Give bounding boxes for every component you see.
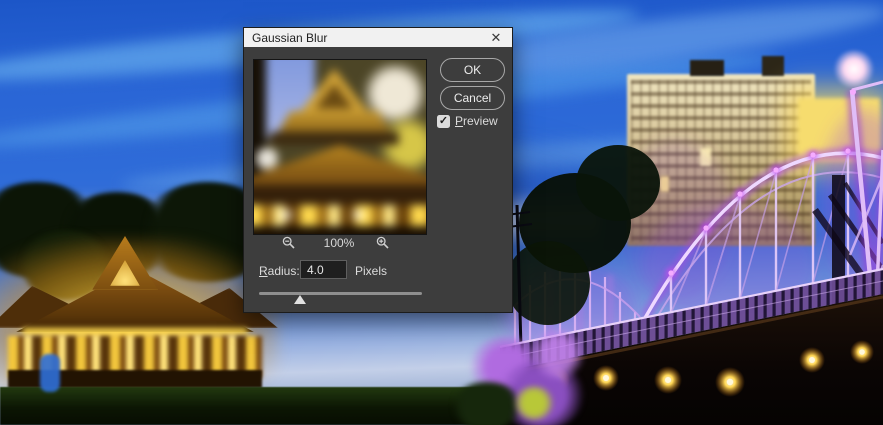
dialog-title: Gaussian Blur [252, 30, 328, 45]
close-icon[interactable]: ✕ [486, 28, 506, 47]
blurred-pagoda-preview [254, 60, 426, 234]
zoom-level: 100% [323, 236, 355, 250]
radius-input[interactable] [300, 260, 347, 279]
dialog-titlebar[interactable]: Gaussian Blur [244, 28, 512, 47]
zoom-out-icon[interactable] [282, 236, 296, 250]
screenshot-root: Gaussian Blur ✕ OK Cancel ✓ Preview 100%… [0, 0, 883, 425]
gaussian-blur-dialog: Gaussian Blur ✕ OK Cancel ✓ Preview 100%… [243, 27, 513, 313]
ok-button[interactable]: OK [440, 58, 505, 82]
zoom-in-icon[interactable] [376, 236, 390, 250]
preview-checkbox-label: Preview [455, 114, 498, 128]
lit-bush [514, 386, 554, 420]
preview-checkbox[interactable]: ✓ [437, 115, 450, 128]
purple-lit-foliage [532, 328, 584, 380]
cancel-button[interactable]: Cancel [440, 86, 505, 110]
foliage [452, 382, 522, 425]
radius-slider-handle[interactable] [294, 295, 307, 304]
radius-slider-track[interactable] [259, 292, 422, 295]
pavilion-eave-lights [22, 328, 248, 335]
blur-preview-thumbnail[interactable] [253, 59, 427, 235]
radius-unit-label: Pixels [355, 264, 388, 278]
radius-label: Radius: [259, 264, 300, 278]
person-silhouette [40, 354, 60, 392]
